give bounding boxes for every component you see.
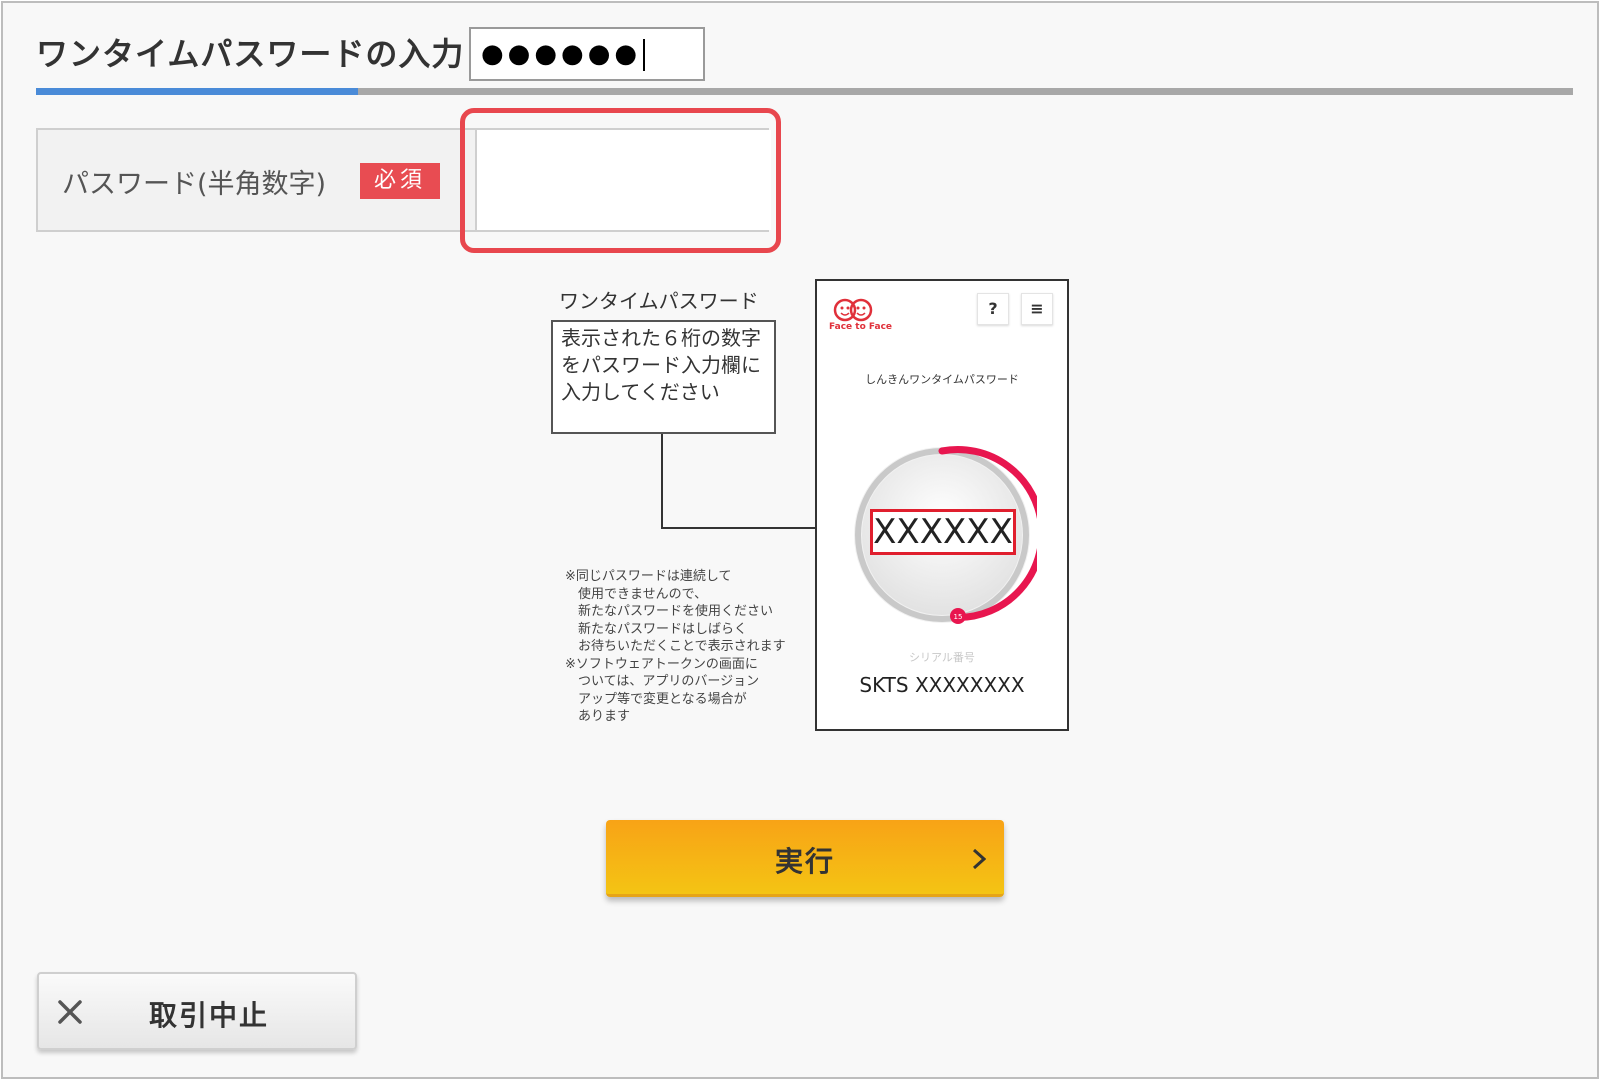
- note-line: ※ソフトウェアトークンの画面に: [565, 656, 758, 672]
- app-title: しんきんワンタイムパスワード: [865, 373, 1019, 386]
- close-icon: [58, 1000, 82, 1024]
- instruction-box: 表示された６桁の数字 をパスワード入力欄に 入力してください: [551, 320, 776, 434]
- otp-code: XXXXXX: [870, 509, 1016, 555]
- password-label: パスワード(半角数字): [62, 169, 327, 200]
- instruction-line: をパスワード入力欄に: [561, 353, 761, 377]
- progress-indicator: [36, 88, 358, 95]
- serial-number: SKTS XXXXXXXX: [859, 673, 1025, 697]
- otp-caption: ワンタイムパスワード: [559, 289, 759, 313]
- face-to-face-logo-icon: [833, 298, 873, 322]
- page-frame: ワンタイムパスワードの入力 パスワード(半角数字) 必須 ●●●●●● ワンタイ…: [1, 1, 1599, 1079]
- note-line: 新たなパスワードはしばらく: [565, 621, 748, 637]
- password-input-cell: [475, 130, 771, 230]
- menu-icon: ≡: [1021, 293, 1053, 325]
- cancel-transaction-button[interactable]: 取引中止: [37, 972, 357, 1050]
- execute-button[interactable]: 実行: [606, 820, 1004, 897]
- required-badge: 必須: [360, 163, 440, 199]
- phone-mockup: Face to Face ? ≡ しんきんワンタイムパスワード 15 XXXXX…: [815, 279, 1069, 731]
- password-form-row: パスワード(半角数字) 必須: [36, 128, 771, 232]
- note-line: あります: [565, 709, 631, 724]
- serial-caption: シリアル番号: [909, 651, 975, 664]
- note-line: ついては、アプリのバージョン: [565, 674, 760, 689]
- timer-text: 15: [954, 613, 963, 621]
- note-line: お待ちいただくことで表示されます: [565, 639, 786, 654]
- chevron-right-icon: [972, 848, 986, 870]
- note-line: 新たなパスワードを使用ください: [565, 604, 774, 619]
- instruction-line: 表示された６桁の数字: [561, 326, 761, 350]
- note-line: アップ等で変更となる場合が: [565, 691, 747, 707]
- title-underline: [36, 88, 1573, 95]
- logo-text: Face to Face: [829, 322, 893, 332]
- notes-text: ※同じパスワードは連続して 使用できませんので、 新たなパスワードを使用ください…: [565, 568, 815, 726]
- text-caret: [643, 38, 646, 71]
- page-title: ワンタイムパスワードの入力: [36, 35, 465, 73]
- note-line: 使用できませんので、: [565, 586, 708, 602]
- cancel-button-label: 取引中止: [149, 999, 270, 1032]
- execute-button-label: 実行: [774, 845, 835, 878]
- password-input[interactable]: ●●●●●●: [469, 27, 705, 81]
- instruction-line: 入力してください: [561, 380, 720, 404]
- password-mask: ●●●●●●: [481, 39, 642, 69]
- note-line: ※同じパスワードは連続して: [565, 569, 732, 584]
- help-icon: ?: [977, 293, 1009, 325]
- connector-line: [661, 434, 663, 529]
